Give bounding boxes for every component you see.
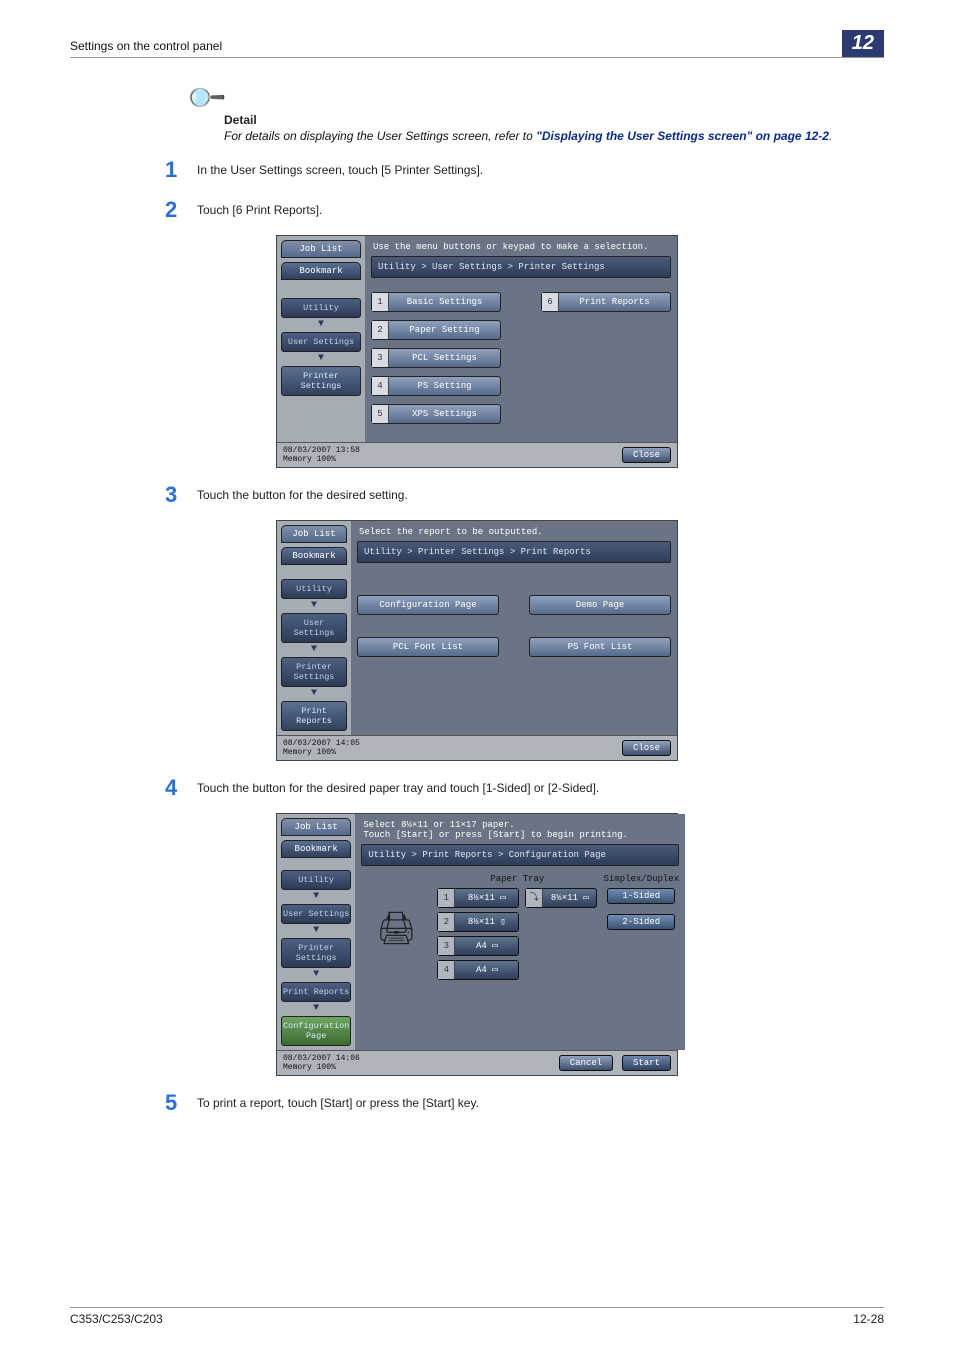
step-number: 2	[165, 197, 197, 223]
menu-print-reports[interactable]: 6 Print Reports	[541, 292, 671, 312]
btn-pcl-font-list[interactable]: PCL Font List	[357, 637, 499, 657]
crumb-print-reports[interactable]: Print Reports	[281, 701, 347, 731]
menu-ps-setting[interactable]: 4 PS Setting	[371, 376, 501, 396]
col-simplex-duplex: Simplex/Duplex	[603, 874, 679, 884]
start-button[interactable]: Start	[622, 1055, 671, 1071]
btn-ps-font-list[interactable]: PS Font List	[529, 637, 671, 657]
chevron-down-icon: ▼	[281, 356, 361, 362]
footer-model: C353/C253/C203	[70, 1312, 163, 1326]
step-number: 1	[165, 157, 197, 183]
crumb-utility[interactable]: Utility	[281, 298, 361, 318]
col-paper-tray: Paper Tray	[437, 874, 597, 884]
step-number: 5	[165, 1090, 197, 1116]
printer-icon: 🖨	[376, 909, 417, 949]
tray-3[interactable]: 3 A4 ▭	[437, 936, 519, 956]
breadcrumb-bar: Utility > Printer Settings > Print Repor…	[357, 541, 671, 563]
detail-text: For details on displaying the User Setti…	[224, 129, 884, 143]
step-1: 1 In the User Settings screen, touch [5 …	[165, 157, 884, 183]
breadcrumb-bar: Utility > User Settings > Printer Settin…	[371, 256, 671, 278]
header-title: Settings on the control panel	[70, 39, 222, 57]
screenshot-print-reports: Job List Bookmark Utility ▼ User Setting…	[276, 520, 678, 761]
bookmark-tab[interactable]: Bookmark	[281, 262, 361, 280]
step-5: 5 To print a report, touch [Start] or pr…	[165, 1090, 884, 1116]
chevron-down-icon: ▼	[281, 647, 347, 653]
job-list-tab[interactable]: Job List	[281, 240, 361, 258]
tray-bypass[interactable]: ⤵ 8½×11 ▭	[525, 888, 597, 908]
tray-2[interactable]: 2 8½×11 ▯	[437, 912, 519, 932]
chevron-down-icon: ▼	[281, 691, 347, 697]
cancel-button[interactable]: Cancel	[559, 1055, 613, 1071]
step-text: Touch the button for the desired setting…	[197, 482, 408, 508]
chevron-down-icon: ▼	[281, 972, 351, 978]
bookmark-tab[interactable]: Bookmark	[281, 547, 347, 565]
step-text: In the User Settings screen, touch [5 Pr…	[197, 157, 483, 183]
crumb-configuration-page[interactable]: Configuration Page	[281, 1016, 351, 1046]
footer-meta: 08/03/2007 13:58 Memory 100%	[283, 446, 360, 464]
crumb-print-reports[interactable]: Print Reports	[281, 982, 351, 1002]
opt-2-sided[interactable]: 2-Sided	[607, 914, 675, 930]
chevron-down-icon: ▼	[281, 603, 347, 609]
page-footer: C353/C253/C203 12-28	[70, 1307, 884, 1326]
step-number: 4	[165, 775, 197, 801]
menu-xps-settings[interactable]: 5 XPS Settings	[371, 404, 501, 424]
printer-graphic: 🖨	[361, 874, 431, 984]
left-panel: Job List Bookmark Utility ▼ User Setting…	[277, 521, 351, 735]
close-button[interactable]: Close	[622, 740, 671, 756]
bookmark-tab[interactable]: Bookmark	[281, 840, 351, 858]
step-number: 3	[165, 482, 197, 508]
step-3: 3 Touch the button for the desired setti…	[165, 482, 884, 508]
menu-paper-setting[interactable]: 2 Paper Setting	[371, 320, 501, 340]
crumb-user-settings[interactable]: User Settings	[281, 332, 361, 352]
opt-1-sided[interactable]: 1-Sided	[607, 888, 675, 904]
chevron-down-icon: ▼	[281, 894, 351, 900]
chapter-badge: 12	[842, 30, 884, 57]
crumb-utility[interactable]: Utility	[281, 870, 351, 890]
menu-basic-settings[interactable]: 1 Basic Settings	[371, 292, 501, 312]
menu-pcl-settings[interactable]: 3 PCL Settings	[371, 348, 501, 368]
hint-text: Select 8½×11 or 11×17 paper. Touch [Star…	[361, 818, 679, 844]
manual-feed-icon: ⤵	[526, 889, 543, 907]
step-2: 2 Touch [6 Print Reports].	[165, 197, 884, 223]
job-list-tab[interactable]: Job List	[281, 818, 351, 836]
detail-period: .	[829, 129, 832, 143]
detail-prefix: For details on displaying the User Setti…	[224, 129, 536, 143]
step-text: Touch the button for the desired paper t…	[197, 775, 599, 801]
screenshot-configuration-page: Job List Bookmark Utility ▼ User Setting…	[276, 813, 678, 1076]
hint-text: Select the report to be outputted.	[357, 525, 671, 541]
hint-text: Use the menu buttons or keypad to make a…	[371, 240, 671, 256]
job-list-tab[interactable]: Job List	[281, 525, 347, 543]
footer-page: 12-28	[853, 1312, 884, 1326]
close-button[interactable]: Close	[622, 447, 671, 463]
footer-meta: 08/03/2007 14:06 Memory 100%	[283, 1054, 360, 1072]
btn-demo-page[interactable]: Demo Page	[529, 595, 671, 615]
tray-4[interactable]: 4 A4 ▭	[437, 960, 519, 980]
detail-block: 🔍 Detail For details on displaying the U…	[190, 82, 884, 143]
left-panel: Job List Bookmark Utility ▼ User Setting…	[277, 814, 355, 1050]
tray-1[interactable]: 1 8½×11 ▭	[437, 888, 519, 908]
detail-label: Detail	[224, 113, 884, 127]
detail-link[interactable]: "Displaying the User Settings screen" on…	[536, 129, 829, 143]
crumb-user-settings[interactable]: User Settings	[281, 904, 351, 924]
footer-meta: 08/03/2007 14:05 Memory 100%	[283, 739, 360, 757]
crumb-utility[interactable]: Utility	[281, 579, 347, 599]
chevron-down-icon: ▼	[281, 322, 361, 328]
btn-configuration-page[interactable]: Configuration Page	[357, 595, 499, 615]
screenshot-printer-settings: Job List Bookmark Utility ▼ User Setting…	[276, 235, 678, 468]
step-text: To print a report, touch [Start] or pres…	[197, 1090, 479, 1116]
crumb-printer-settings[interactable]: Printer Settings	[281, 366, 361, 396]
breadcrumb-bar: Utility > Print Reports > Configuration …	[361, 844, 679, 866]
chevron-down-icon: ▼	[281, 1006, 351, 1012]
step-text: Touch [6 Print Reports].	[197, 197, 322, 223]
step-4: 4 Touch the button for the desired paper…	[165, 775, 884, 801]
left-panel: Job List Bookmark Utility ▼ User Setting…	[277, 236, 365, 442]
crumb-user-settings[interactable]: User Settings	[281, 613, 347, 643]
magnifier-icon: 🔍	[184, 75, 229, 120]
page-header: Settings on the control panel 12	[70, 30, 884, 58]
crumb-printer-settings[interactable]: Printer Settings	[281, 938, 351, 968]
crumb-printer-settings[interactable]: Printer Settings	[281, 657, 347, 687]
chevron-down-icon: ▼	[281, 928, 351, 934]
